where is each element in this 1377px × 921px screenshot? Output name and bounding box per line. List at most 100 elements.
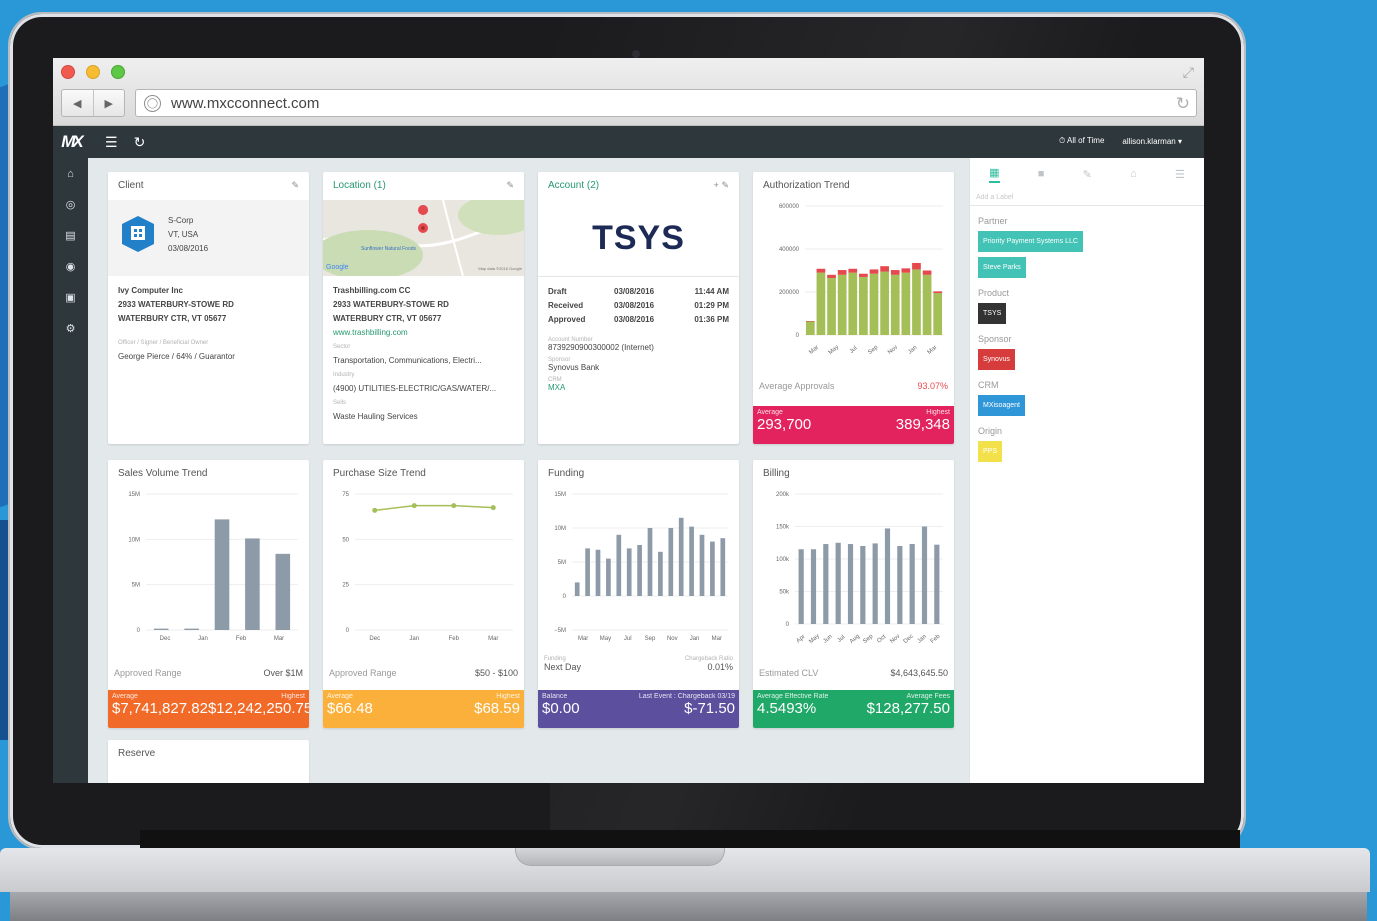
card-footer: Average Effective Rate Average Fees 4.549… — [753, 690, 954, 728]
y-tick-label: 200k — [776, 492, 790, 498]
map-brand: Google — [326, 264, 349, 271]
bar — [668, 528, 674, 596]
x-tick-label: Mar — [808, 345, 820, 356]
address-line-2: WATERBURY CTR, VT 05677 — [333, 314, 442, 323]
stat-label: Average Approvals — [759, 381, 835, 391]
bar — [647, 528, 653, 596]
forward-button[interactable]: ▶ — [94, 90, 125, 116]
label-tag[interactable]: Synovus — [978, 349, 1015, 370]
reload-icon[interactable]: ↻ — [1176, 94, 1190, 114]
lock-icon[interactable]: ⌂ — [1130, 168, 1137, 180]
edit-icon[interactable]: ✎ — [291, 180, 299, 192]
bar — [816, 272, 826, 335]
card-header: Reserve — [108, 740, 309, 768]
y-tick-label: 10M — [554, 526, 566, 532]
user-menu[interactable]: allison.klarman ▾ — [1122, 137, 1182, 146]
home-icon[interactable]: ⌂ — [53, 158, 88, 189]
label-tag[interactable]: TSYS — [978, 303, 1007, 324]
bar — [720, 538, 726, 596]
target-icon[interactable]: ◉ — [53, 251, 88, 282]
y-tick-label: 150k — [776, 525, 790, 531]
data-point — [490, 505, 496, 511]
close-window-button[interactable] — [61, 65, 75, 79]
card-actions: + ✎ — [714, 180, 729, 192]
history-nav: ◀ ▶ — [61, 89, 125, 117]
y-tick-label: 50 — [342, 537, 349, 543]
x-tick-label: Sep — [862, 633, 875, 645]
notes-icon[interactable]: ■ — [1038, 168, 1045, 180]
label-tag[interactable]: MXisoagent — [978, 395, 1025, 416]
laptop-base — [0, 830, 1377, 921]
x-tick-label: Oct — [876, 634, 887, 645]
reserve-card: Reserve — [108, 740, 309, 783]
x-tick-label: Dec — [369, 636, 380, 642]
map[interactable]: Sunflower Natural Foods Google Map data … — [323, 200, 524, 276]
label-tag[interactable]: Steve Parks — [978, 257, 1026, 278]
stat-value: $4,643,645.50 — [890, 668, 948, 678]
location-icon[interactable]: ◎ — [53, 189, 88, 220]
edit-icon[interactable]: ✎ — [721, 180, 729, 190]
settings-icon[interactable]: ⚙ — [53, 313, 88, 344]
label-sections: Partner Priority Payment Systems LLC Steve… — [970, 206, 1204, 470]
fees-label: Average Fees — [906, 693, 950, 700]
y-tick-label: 25 — [342, 583, 349, 589]
stat-row: Approved Range Over $1M — [108, 668, 309, 678]
bar — [880, 271, 889, 335]
stat-label: Approved Range — [329, 668, 397, 678]
y-tick-label: 5M — [558, 560, 566, 566]
website-link[interactable]: www.trashbilling.com — [333, 326, 514, 340]
list-view-icon[interactable]: ▦ — [989, 166, 1000, 183]
crm-value[interactable]: MXA — [548, 383, 729, 392]
sponsor-value: Synovus Bank — [548, 363, 600, 372]
bar — [860, 546, 866, 624]
y-tick-label: 0 — [796, 333, 800, 339]
status-date: 03/08/2016 — [614, 315, 655, 324]
client-date: 03/08/2016 — [168, 244, 209, 253]
bar — [847, 544, 854, 624]
y-tick-label: 15M — [554, 492, 566, 498]
bar — [805, 321, 815, 322]
x-tick-label: May — [828, 344, 841, 356]
highest-label: Highest — [926, 409, 950, 416]
bank-icon[interactable]: ▣ — [53, 282, 88, 313]
billing-card: Billing 200k 150k 100k 50k 0 Apr May Jun Jul Aug S… — [753, 460, 954, 728]
app-logo[interactable]: MX — [53, 126, 89, 158]
card-title[interactable]: Account (2) — [548, 180, 599, 192]
stat-value: $50 - $100 — [474, 668, 518, 678]
minimize-window-button[interactable] — [86, 65, 100, 79]
zoom-window-button[interactable] — [111, 65, 125, 79]
bar — [837, 274, 847, 335]
time-filter[interactable]: ⏱ All of Time — [1059, 136, 1104, 146]
card-header: Client ✎ — [108, 172, 309, 200]
bar — [869, 273, 879, 335]
bar — [890, 274, 900, 335]
bar — [616, 534, 622, 596]
section-title: CRM — [978, 380, 999, 390]
sales-volume-card: Sales Volume Trend 15M 10M 5M 0 Dec Jan Feb Mar… — [108, 460, 309, 728]
rate-label: Average Effective Rate — [757, 693, 829, 700]
average-label: Average — [112, 693, 138, 700]
address-bar[interactable]: ◯ www.mxcconnect.com ↻ — [135, 89, 1197, 117]
label-tag[interactable]: PPS — [978, 441, 1003, 462]
left-sidebar: ⌂ ◎ ▤ ◉ ▣ ⚙ — [53, 158, 88, 783]
menu-icon[interactable]: ☰ — [105, 134, 118, 151]
location-card: Location (1) ✎ Sunflower Natural Foods G… — [323, 172, 524, 444]
edit-icon[interactable]: ✎ — [506, 180, 514, 192]
bar — [153, 628, 169, 630]
stat-label: Approved Range — [114, 668, 182, 678]
fullscreen-icon[interactable]: ⤢ — [1183, 64, 1194, 81]
refresh-icon[interactable]: ↻ — [134, 134, 146, 151]
bar — [884, 528, 891, 624]
document-icon[interactable]: ▤ — [53, 220, 88, 251]
menu-list-icon[interactable]: ☰ — [1175, 168, 1185, 181]
card-title[interactable]: Location (1) — [333, 180, 386, 192]
back-button[interactable]: ◀ — [62, 90, 94, 116]
add-icon[interactable]: + — [714, 180, 719, 190]
address-line-1: 2933 WATERBURY-STOWE RD — [118, 300, 234, 309]
attachment-icon[interactable]: ✎ — [1083, 168, 1092, 181]
y-tick-label: 100k — [776, 557, 790, 563]
add-label-input[interactable]: Add a Label — [970, 190, 1204, 206]
status-time: 01:29 PM — [694, 301, 729, 310]
status-table: Draft 03/08/2016 11:44 AM Received 03/08/201… — [548, 285, 729, 327]
label-tag[interactable]: Priority Payment Systems LLC — [978, 231, 1083, 252]
